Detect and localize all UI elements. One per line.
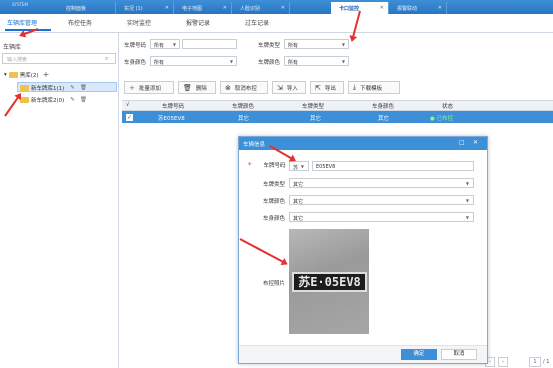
plate-no-prefix-select[interactable]: 所有 ▼ [150,39,180,49]
chevron-down-icon: ▼ [300,164,304,169]
confirm-button[interactable]: 确定 [401,349,437,360]
row-checkbox[interactable]: ✓ [126,114,133,121]
cell-status: ● 已布控 [430,116,454,122]
library-search-input[interactable]: 输入搜索 [2,53,116,64]
page-number-input[interactable]: 1 [529,357,541,367]
plate-color-label: 车牌颜色 [258,60,281,66]
trash-icon: 🗑 [183,83,192,92]
chevron-down-icon: ▼ [341,59,345,64]
tree-item-plate-library-2[interactable]: 新车牌库2(0) ✎ 🗑 [20,96,87,104]
plate-no-field[interactable]: E05EV8 [312,161,474,171]
cell-plate: 苏E05EV8 [158,116,185,122]
plate-type-label: 车牌类型 [262,182,285,188]
plate-type-select[interactable]: 所有 ▼ [284,39,349,49]
folder-icon [8,71,18,78]
col-plate-color: 车牌颜色 [232,104,255,110]
table-header [122,100,553,111]
tree-item-plate-library-1[interactable]: 新车牌库1(1) ✎ 🗑 [20,84,87,92]
plate-color-label: 车牌颜色 [262,199,285,205]
select-all-checkbox[interactable]: √ [126,102,130,108]
subtab-pass-records[interactable]: 过车记录 [245,18,269,27]
download-template-button[interactable]: ⤓ 下载模板 [348,81,400,94]
tab-face[interactable]: 人脸识别 ✕ [232,2,290,14]
batch-add-button[interactable]: + 批量添加 [124,81,174,94]
plate-type-select[interactable]: 其它 ▼ [289,178,474,188]
close-icon[interactable]: ✕ [380,5,384,11]
plate-type-label: 车牌类型 [258,43,281,49]
plate-color-select[interactable]: 其它 ▼ [289,195,474,205]
body-color-select[interactable]: 所有 ▼ [150,56,237,66]
import-button[interactable]: ⇲ 导入 [272,81,306,94]
tab-live[interactable]: 实况 (1) ✕ [116,2,174,14]
import-icon: ⇲ [277,83,283,92]
download-icon: ⤓ [353,83,357,91]
col-body-color: 车身颜色 [372,104,395,110]
tab-alarm[interactable]: 报警联动 ✕ [389,2,447,14]
export-button[interactable]: ⇱ 导出 [310,81,344,94]
edit-icon[interactable]: ✎ [70,97,75,103]
folder-icon [20,85,29,91]
cancel-button[interactable]: 取消 [441,349,477,360]
plate-image-text: 苏E·05EV8 [292,272,367,292]
col-plate-no: 车牌号码 [162,104,185,110]
subtab-vehicle-library[interactable]: 车辆库管理 [7,18,37,27]
edit-icon[interactable]: ✎ [70,85,75,91]
subtab-realtime[interactable]: 实时监控 [127,18,151,27]
col-status: 状态 [442,104,454,110]
library-title: 车辆库 [3,44,22,51]
subtab-alarm-records[interactable]: 报警记录 [186,18,210,27]
search-icon[interactable]: ⌕ [105,55,108,63]
tree-item-black-library[interactable]: ▾ 黑库(2) + [4,70,49,79]
trash-icon[interactable]: 🗑 [80,97,87,103]
body-color-label: 车身颜色 [124,60,147,66]
plate-color-select[interactable]: 所有 ▼ [284,56,349,66]
plate-no-row: * 车牌号码 [248,161,286,169]
body-color-select[interactable]: 其它 ▼ [289,212,474,222]
cancel-icon: ⊗ [225,83,231,92]
control-photo-label: 布控照片 [262,281,285,287]
close-icon[interactable]: ✕ [281,5,285,11]
close-icon[interactable]: ✕ [473,139,478,146]
cancel-control-button[interactable]: ⊗ 取消布控 [220,81,268,94]
plate-no-input[interactable] [182,39,237,49]
next-page-button[interactable]: › [498,357,508,367]
trash-icon[interactable]: 🗑 [80,85,87,91]
add-icon[interactable]: + [43,70,50,79]
plate-no-label: 车牌号码 [124,43,147,49]
close-icon[interactable]: ✕ [438,5,442,11]
plus-icon: + [129,83,135,92]
tab-map[interactable]: 电子地图 ✕ [174,2,232,14]
expand-icon[interactable]: ▾ [4,72,7,78]
subtab-tasks[interactable]: 布控任务 [68,18,92,27]
page-total: / 1 [543,359,550,365]
cell-body-color: 其它 [378,116,390,122]
tab-control-panel[interactable]: 控制面板 [58,2,116,14]
delete-button[interactable]: 🗑 删除 [178,81,216,94]
chevron-down-icon: ▼ [229,59,233,64]
body-color-label: 车身颜色 [262,216,285,222]
cell-plate-type: 其它 [310,116,322,122]
chevron-down-icon: ▼ [465,198,469,203]
chevron-down-icon: ▼ [465,215,469,220]
col-plate-type: 车牌类型 [302,104,325,110]
close-icon[interactable]: ✕ [223,5,227,11]
chevron-down-icon: ▼ [172,42,176,47]
cell-plate-color: 其它 [238,116,250,122]
app-logo: SYSTEM [12,2,28,7]
chevron-down-icon: ▼ [465,181,469,186]
close-icon[interactable]: ✕ [165,5,169,11]
maximize-icon[interactable]: □ [459,139,465,146]
table-row[interactable] [122,111,553,123]
dialog-title: 车辆信息 [243,142,266,148]
export-icon: ⇱ [315,83,321,92]
chevron-down-icon: ▼ [341,42,345,47]
